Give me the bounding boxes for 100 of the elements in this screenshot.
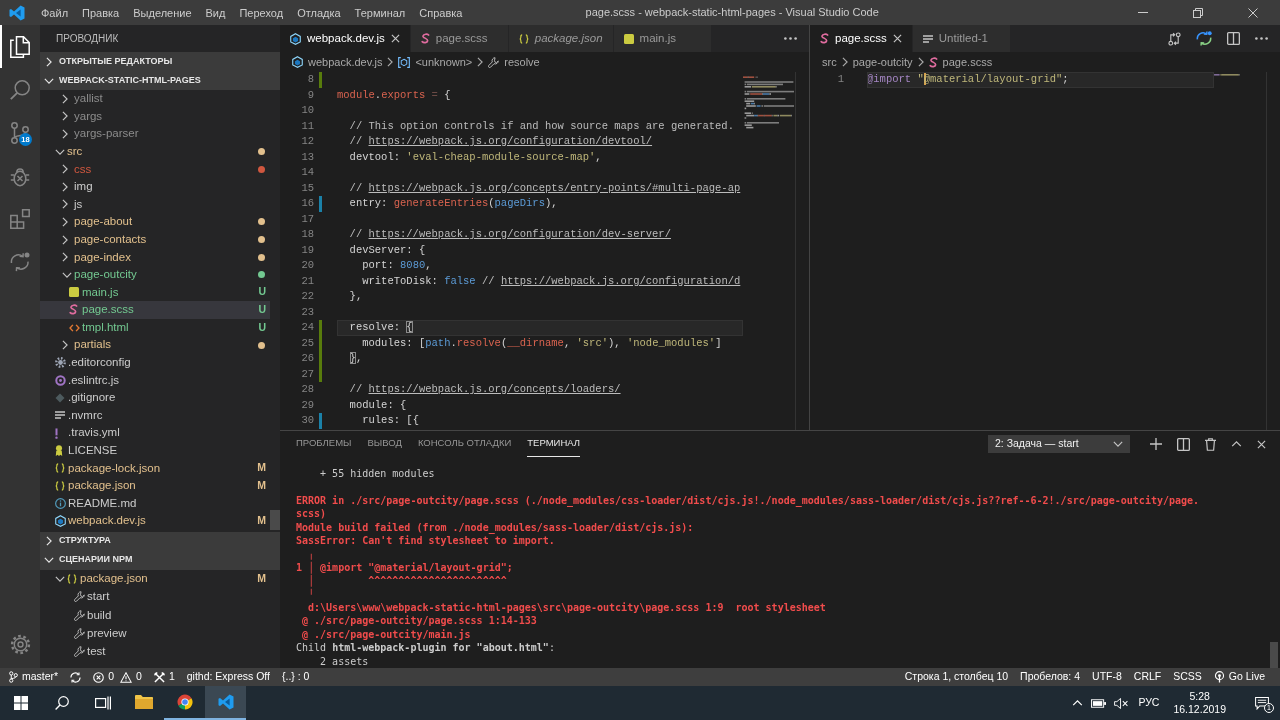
status-bar-item[interactable]: Строка 1, столбец 10 (898, 668, 1015, 686)
menu-item[interactable]: Файл (34, 3, 76, 22)
settings-icon[interactable] (9, 634, 31, 655)
status-bar-item[interactable]: Пробелов: 4 (1014, 668, 1087, 686)
tree-item[interactable]: yargs-parser (40, 125, 270, 143)
menu-item[interactable]: Переход (232, 3, 291, 22)
start-icon[interactable] (13, 696, 28, 710)
status-bar-item[interactable]: githd: Express Off (180, 668, 276, 686)
search-icon[interactable] (54, 696, 69, 710)
tree-item[interactable]: page-contacts (40, 230, 270, 249)
status-bar-item[interactable]: 0 0 (87, 668, 148, 686)
notification-icon[interactable] (1255, 696, 1269, 710)
breadcrumb-item[interactable]: <unknown> (398, 53, 473, 71)
status-bar-item[interactable]: UTF-8 (1086, 668, 1128, 686)
more-icon[interactable] (784, 37, 797, 40)
status-bar-item[interactable]: {..} : 0 (276, 668, 316, 686)
close-icon[interactable] (1247, 7, 1258, 18)
tree-item[interactable]: .travis.yml (40, 424, 270, 442)
close-icon[interactable] (892, 34, 902, 43)
sync-icon[interactable] (70, 671, 82, 683)
tree-item[interactable]: src (40, 142, 270, 161)
tree-item[interactable]: yargs (40, 107, 270, 126)
tree-item[interactable]: package-lock.json M (40, 459, 270, 478)
split-editor-icon[interactable] (1177, 437, 1190, 451)
close-icon[interactable] (1257, 439, 1266, 449)
task-view-icon[interactable] (94, 696, 111, 710)
tree-item[interactable]: LICENSE (40, 441, 270, 460)
tree-item[interactable]: .eslintrc.js (40, 371, 270, 390)
tree-item[interactable]: start (40, 587, 270, 607)
breadcrumb-item[interactable]: page.scss (928, 53, 993, 71)
editor-tab[interactable]: Untitled-1 (912, 25, 1011, 52)
clock-date[interactable]: 16.12.2019 (1173, 703, 1226, 716)
panel-tab[interactable]: ВЫВОД (367, 431, 402, 457)
breadcrumb-item[interactable]: page-outcity (852, 53, 913, 71)
status-bar-item[interactable]: Go Live (1207, 668, 1271, 686)
restore-icon[interactable] (1192, 7, 1203, 18)
panel-tab[interactable]: ПРОБЛЕМЫ (296, 431, 352, 457)
menu-item[interactable]: Правка (75, 3, 127, 22)
split-editor-icon[interactable] (1227, 32, 1240, 45)
tree-item[interactable]: main.js U (40, 283, 270, 302)
menu-item[interactable]: Вид (198, 3, 233, 22)
editor-tab[interactable]: webpack.dev.js (280, 25, 411, 52)
tree-item[interactable]: preview (40, 624, 270, 643)
tree-item[interactable]: build (40, 606, 270, 625)
tree-item[interactable]: js (40, 195, 270, 214)
editor-tab[interactable]: package.json (508, 25, 614, 52)
breadcrumb-item[interactable]: resolve (488, 53, 540, 71)
tree-item[interactable]: .editorconfig (40, 353, 270, 372)
menu-item[interactable]: Выделение (126, 3, 199, 22)
menu-item[interactable]: Справка (412, 3, 470, 22)
tree-item[interactable]: img (40, 177, 270, 196)
tree-item[interactable]: .nvmrc (40, 406, 270, 425)
language-indicator[interactable]: РУС (1138, 695, 1160, 711)
tree-item[interactable]: package.json M (40, 477, 270, 495)
breadcrumb-item[interactable]: src (822, 53, 837, 71)
scrollbar-thumb[interactable] (270, 509, 280, 530)
tree-item[interactable]: page-index (40, 248, 270, 266)
menu-item[interactable]: Отладка (290, 3, 348, 22)
section-header[interactable]: ОТКРЫТЫЕ РЕДАКТОРЫ (40, 52, 280, 71)
scrollbar-thumb[interactable] (1270, 642, 1278, 668)
tree-item[interactable]: css (40, 160, 270, 178)
chevron-up-icon[interactable] (1231, 441, 1242, 447)
sync-arrows-icon[interactable] (1196, 31, 1212, 46)
menu-item[interactable]: Терминал (347, 3, 413, 22)
section-header[interactable]: СТРУКТУРА (40, 531, 280, 551)
editor-tab[interactable]: main.js (613, 25, 712, 52)
status-bar-item[interactable]: master* (3, 668, 65, 686)
taskbar-button[interactable] (205, 686, 246, 720)
trash-icon[interactable] (1205, 437, 1216, 451)
editor-tab[interactable]: page.scss (410, 25, 509, 52)
tree-item[interactable]: partials (40, 336, 270, 354)
tree-item[interactable]: README.md (40, 494, 270, 513)
speaker-muted-icon[interactable] (1114, 697, 1129, 709)
swirl-icon (928, 56, 938, 68)
app-logo-icon[interactable] (9, 4, 25, 21)
tree-item[interactable]: page.scss U (40, 301, 270, 319)
more-icon[interactable] (1255, 37, 1268, 40)
tree-item[interactable]: tmpl.html U (40, 318, 270, 337)
terminal-select[interactable]: 2: Задача — start (988, 435, 1130, 453)
tree-item[interactable]: package.json M (40, 569, 270, 588)
panel-tab[interactable]: КОНСОЛЬ ОТЛАДКИ (417, 431, 512, 457)
minimize-icon[interactable] (1137, 12, 1148, 13)
clock-time[interactable]: 5:28 (1189, 690, 1210, 703)
compare-changes-icon[interactable] (1168, 31, 1181, 46)
status-bar-item[interactable]: SCSS (1167, 668, 1208, 686)
editor-tab[interactable]: page.scss (810, 25, 913, 52)
status-bar-item[interactable]: CRLF (1127, 668, 1168, 686)
panel-tab[interactable]: ТЕРМИНАЛ (527, 431, 581, 457)
plus-icon[interactable] (1150, 438, 1162, 450)
tree-item[interactable]: yallist (40, 90, 270, 108)
close-icon[interactable] (390, 34, 400, 43)
battery-icon[interactable] (1091, 698, 1107, 708)
breadcrumb-item[interactable]: webpack.dev.js (292, 53, 383, 71)
tree-item[interactable]: test (40, 642, 270, 661)
status-bar-item[interactable]: 1 (147, 668, 181, 686)
tree-item[interactable]: webpack.dev.js M (40, 512, 270, 530)
tree-item[interactable]: page-about (40, 213, 270, 231)
tree-item[interactable]: page-outcity (40, 265, 270, 284)
section-header[interactable]: WEBPACK-STATIC-HTML-PAGES (40, 71, 280, 90)
tree-item[interactable]: .gitignore (40, 389, 270, 407)
